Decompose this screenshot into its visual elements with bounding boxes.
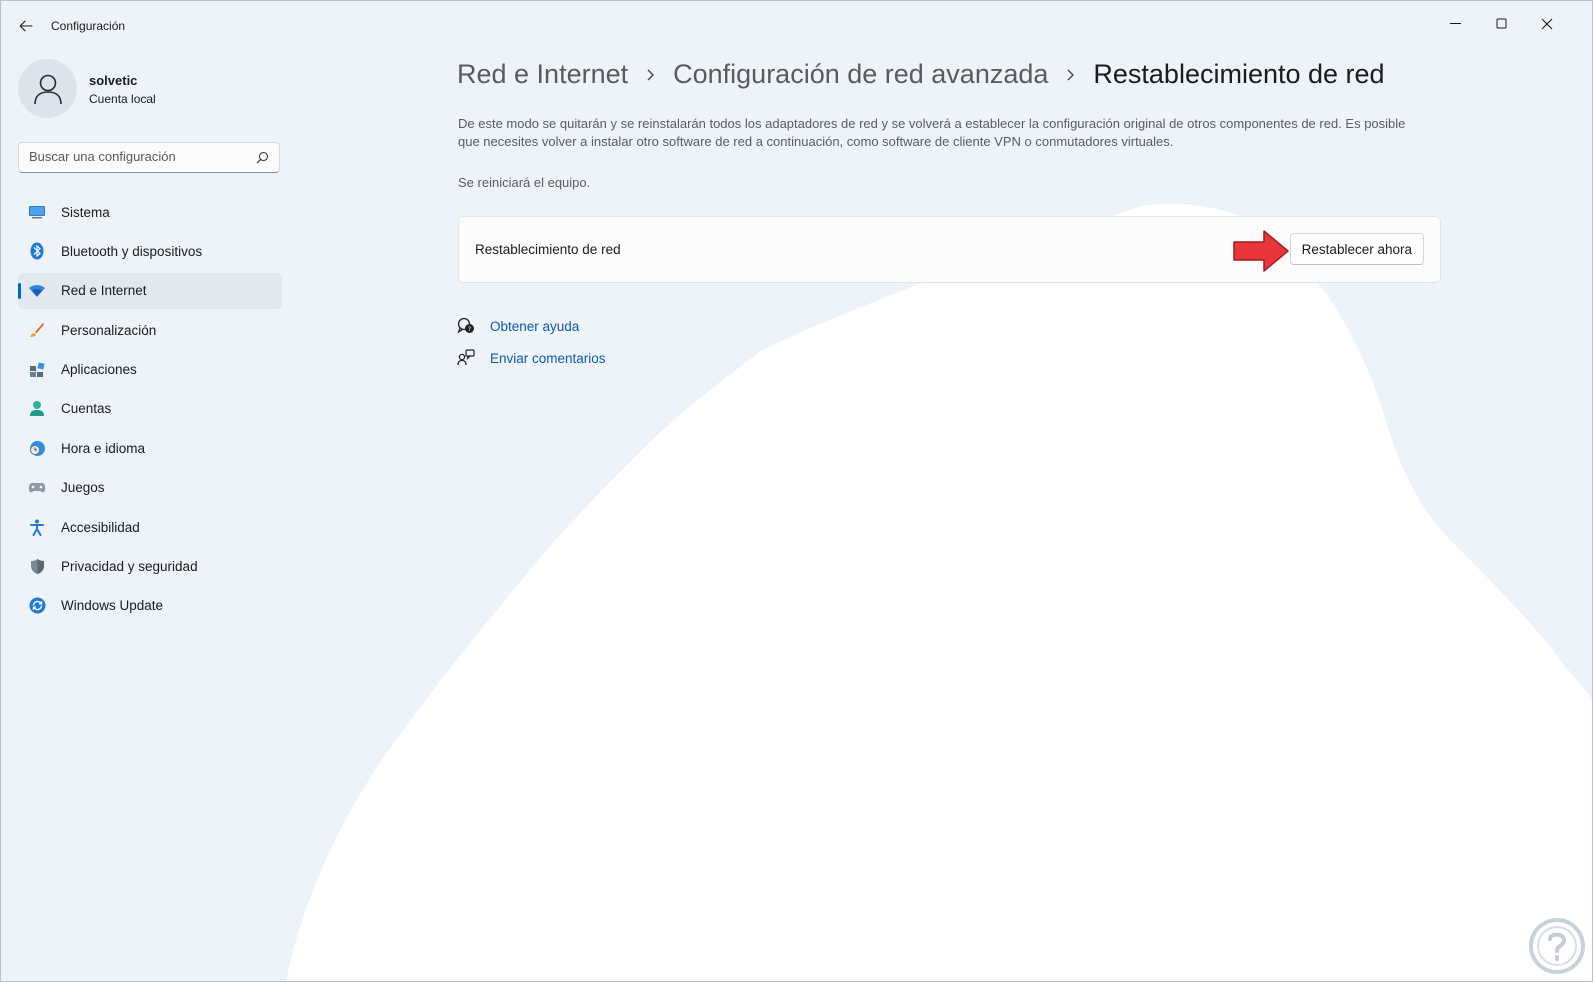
sidebar-item-label: Juegos	[61, 480, 105, 496]
send-feedback-link[interactable]: Enviar comentarios	[457, 349, 606, 367]
search-icon	[256, 151, 269, 164]
get-help-link[interactable]: ? Obtener ayuda	[457, 317, 579, 335]
description-text: De este modo se quitarán y se reinstalar…	[458, 116, 1406, 149]
chevron-right-icon	[646, 68, 655, 82]
network-reset-label: Restablecimiento de red	[475, 242, 621, 257]
breadcrumb-item-red-e-internet[interactable]: Red e Internet	[457, 59, 628, 90]
sidebar-item-accesibilidad[interactable]: Accesibilidad	[18, 509, 282, 545]
close-icon	[1541, 18, 1553, 30]
wifi-icon	[28, 282, 46, 300]
restart-note: Se reiniciará el equipo.	[458, 175, 591, 190]
monitor-icon	[28, 203, 46, 221]
sidebar-item-label: Red e Internet	[61, 283, 147, 299]
feedback-icon	[457, 349, 475, 367]
back-button[interactable]	[15, 15, 37, 37]
avatar[interactable]	[18, 59, 77, 118]
gamepad-icon	[28, 479, 46, 497]
sidebar-item-red-e-internet[interactable]: Red e Internet	[18, 272, 282, 309]
search-box[interactable]	[18, 142, 280, 173]
sidebar-item-label: Sistema	[61, 204, 110, 220]
sidebar-nav: Sistema Bluetooth y dispositivos Red e I…	[18, 194, 282, 627]
network-reset-card: Restablecimiento de red Restablecer ahor…	[458, 216, 1441, 283]
sidebar-item-aplicaciones[interactable]: Aplicaciones	[18, 352, 282, 388]
sidebar-item-label: Windows Update	[61, 598, 164, 614]
sidebar-item-label: Accesibilidad	[61, 519, 140, 535]
apps-icon	[28, 361, 46, 379]
person-icon	[28, 400, 46, 418]
sidebar-item-label: Hora e idioma	[61, 440, 146, 456]
sidebar: solvetic Cuenta local Sistema Bluetooth …	[1, 49, 301, 981]
user-avatar-icon	[33, 74, 62, 104]
update-icon	[28, 597, 46, 615]
sidebar-item-hora-e-idioma[interactable]: Hora e idioma	[18, 430, 282, 466]
breadcrumb-item-configuracion-avanzada[interactable]: Configuración de red avanzada	[673, 59, 1048, 90]
sidebar-item-bluetooth[interactable]: Bluetooth y dispositivos	[18, 233, 282, 269]
maximize-icon	[1496, 18, 1507, 29]
bluetooth-icon	[28, 242, 46, 260]
sidebar-item-juegos[interactable]: Juegos	[18, 470, 282, 506]
accessibility-icon	[28, 518, 46, 536]
back-arrow-icon	[19, 20, 33, 32]
app-title: Configuración	[51, 19, 126, 33]
get-help-label: Obtener ayuda	[490, 318, 580, 334]
sidebar-item-cuentas[interactable]: Cuentas	[18, 391, 282, 427]
red-arrow-annotation-icon	[1233, 230, 1289, 272]
close-button[interactable]	[1527, 9, 1567, 39]
account-type: Cuenta local	[89, 92, 156, 106]
minimize-icon	[1450, 23, 1461, 24]
send-feedback-label: Enviar comentarios	[490, 350, 606, 366]
sidebar-item-label: Personalización	[61, 322, 157, 338]
reset-now-button[interactable]: Restablecer ahora	[1289, 233, 1424, 265]
sidebar-item-label: Aplicaciones	[61, 362, 137, 378]
sidebar-item-privacidad[interactable]: Privacidad y seguridad	[18, 549, 282, 585]
maximize-button[interactable]	[1482, 9, 1522, 39]
shield-icon	[28, 558, 46, 576]
solvetic-logo-icon	[1529, 918, 1585, 974]
breadcrumb: Red e Internet Configuración de red avan…	[457, 59, 1385, 90]
user-name: solvetic	[89, 73, 138, 88]
globe-clock-icon	[28, 439, 46, 457]
sidebar-item-label: Bluetooth y dispositivos	[61, 243, 203, 259]
sidebar-item-sistema[interactable]: Sistema	[18, 194, 282, 230]
minimize-button[interactable]	[1436, 9, 1476, 39]
title-bar: Configuración	[1, 1, 1592, 49]
sidebar-item-windows-update[interactable]: Windows Update	[18, 588, 282, 624]
brush-icon	[28, 321, 46, 339]
page-title: Restablecimiento de red	[1093, 59, 1385, 89]
chevron-right-icon	[1066, 68, 1075, 82]
settings-window: Configuración solvetic Cuenta local Busc…	[0, 0, 1593, 982]
help-chat-icon: ?	[457, 317, 475, 335]
svg-text:?: ?	[468, 325, 471, 333]
search-input[interactable]	[29, 149, 249, 164]
sidebar-item-label: Cuentas	[61, 401, 112, 417]
sidebar-item-label: Privacidad y seguridad	[61, 559, 198, 575]
main-content: Red e Internet Configuración de red avan…	[457, 49, 1592, 981]
sidebar-item-personalizacion[interactable]: Personalización	[18, 312, 282, 348]
